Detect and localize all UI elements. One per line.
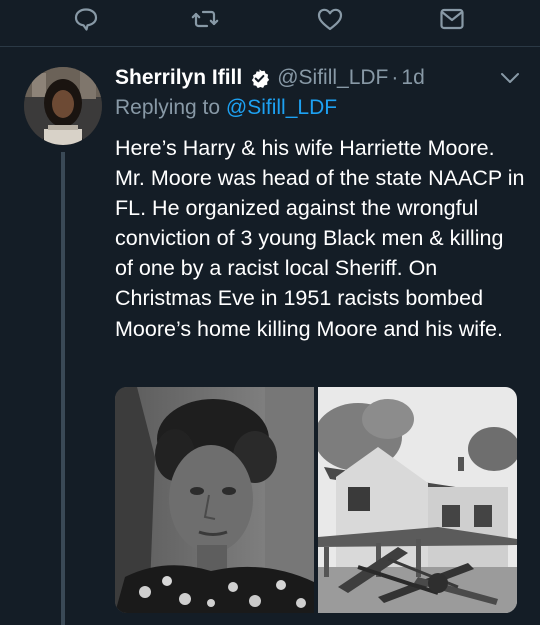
profile-photo-icon [24, 67, 102, 145]
reply-icon[interactable] [64, 0, 108, 38]
chevron-down-icon[interactable] [497, 66, 523, 90]
portrait-photo-icon [115, 387, 314, 613]
retweet-icon[interactable] [183, 0, 227, 38]
media-photo-house[interactable] [318, 387, 517, 613]
replying-to-handle-link[interactable]: @Sifill_LDF [226, 96, 337, 119]
like-icon[interactable] [308, 0, 352, 38]
avatar[interactable] [24, 67, 102, 145]
verified-badge-icon [249, 68, 270, 89]
tweet-text: Here’s Harry & his wife Harriette Moore.… [115, 136, 531, 341]
header-separator: · [391, 66, 399, 89]
tweet-page: Sherrilyn Ifill @Sifill_LDF · 1d Replyin… [0, 0, 540, 625]
replying-to-label: Replying to [115, 96, 221, 119]
message-icon[interactable] [430, 0, 474, 38]
media-photo-portrait[interactable] [115, 387, 314, 613]
thread-line [61, 152, 65, 625]
replying-to: Replying to @Sifill_LDF [115, 96, 337, 120]
display-name[interactable]: Sherrilyn Ifill [115, 66, 242, 90]
bombed-house-photo-icon [318, 387, 517, 613]
tweet-timestamp[interactable]: 1d [401, 66, 424, 90]
tweet-header: Sherrilyn Ifill @Sifill_LDF · 1d [115, 62, 425, 94]
author-handle[interactable]: @Sifill_LDF [277, 66, 388, 90]
action-bar [0, 0, 540, 47]
media-grid [115, 387, 517, 613]
